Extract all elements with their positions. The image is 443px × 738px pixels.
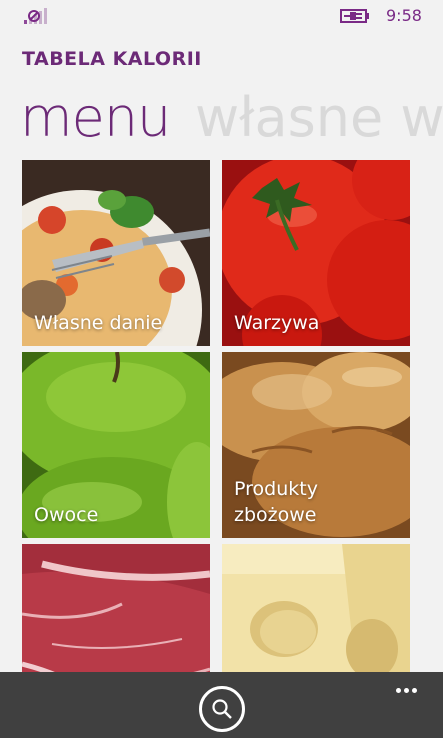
- tile-produkty-zbozowe[interactable]: Produkty zbożowe: [222, 352, 410, 538]
- tile-label: Własne danie: [34, 312, 163, 334]
- tile-warzywa[interactable]: Warzywa: [222, 160, 410, 346]
- clock: 9:58: [386, 6, 422, 25]
- more-ellipsis-icon[interactable]: [396, 678, 426, 693]
- status-bar: 9:58: [0, 0, 443, 32]
- app-title: TABELA KALORII: [22, 48, 202, 70]
- app-bar: [0, 672, 443, 738]
- tile-label-line1: Produkty: [234, 478, 318, 500]
- pivot-wlasne[interactable]: własne w: [195, 86, 443, 149]
- search-button[interactable]: [199, 686, 245, 732]
- search-icon: [212, 699, 232, 719]
- tile-owoce[interactable]: Owoce: [22, 352, 210, 538]
- pivot-menu[interactable]: menu: [20, 86, 171, 149]
- tile-label: Produkty zbożowe: [234, 476, 404, 528]
- signal-strength-icon: [24, 8, 47, 24]
- tile-label: Warzywa: [234, 312, 320, 334]
- tile-label-line2: zbożowe: [234, 504, 317, 526]
- tile-wlasne-danie[interactable]: Własne danie: [22, 160, 210, 346]
- tile-label: Owoce: [34, 504, 99, 526]
- battery-charging-icon: [340, 9, 369, 23]
